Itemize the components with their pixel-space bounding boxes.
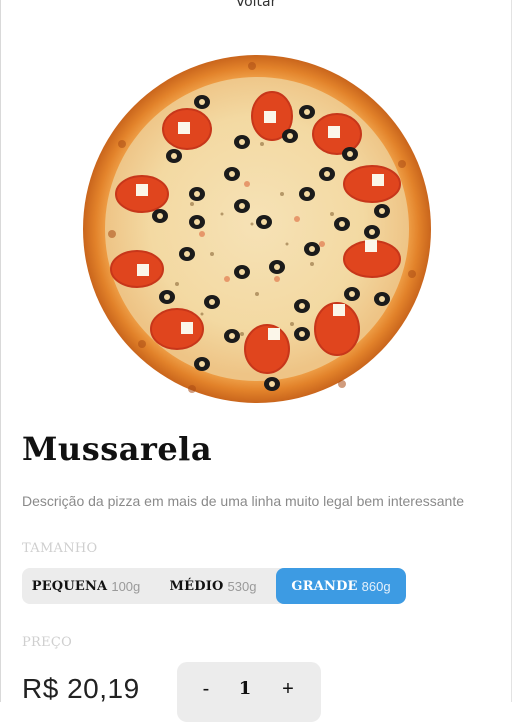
size-option-name: MÉDIO <box>169 578 224 594</box>
size-option-pequena[interactable]: PEQUENA 100g <box>22 568 150 604</box>
size-option-weight: 860g <box>361 578 391 594</box>
product-description: Descrição da pizza em mais de uma linha … <box>22 493 464 509</box>
size-option-grande[interactable]: GRANDE 860g <box>276 568 406 604</box>
left-border <box>0 0 1 702</box>
price-section-label: PREÇO <box>22 635 73 650</box>
size-option-medio[interactable]: MÉDIO 530g <box>150 568 276 604</box>
quantity-value: 1 <box>238 678 252 699</box>
price-value: R$ 20,19 <box>22 673 140 704</box>
size-selector: PEQUENA 100g MÉDIO 530g GRANDE 860g <box>22 568 406 604</box>
size-option-weight: 100g <box>111 578 141 594</box>
size-option-weight: 530g <box>227 578 257 594</box>
size-section-label: TAMANHO <box>22 541 98 556</box>
back-link[interactable]: Voltar <box>0 0 512 10</box>
increment-button[interactable]: + <box>276 678 300 701</box>
size-option-name: GRANDE <box>291 578 358 594</box>
product-title: Mussarela <box>22 430 213 468</box>
size-option-name: PEQUENA <box>31 578 108 594</box>
pizza-image <box>82 54 432 404</box>
quantity-stepper: - 1 + <box>177 662 321 722</box>
decrement-button[interactable]: - <box>194 678 218 701</box>
